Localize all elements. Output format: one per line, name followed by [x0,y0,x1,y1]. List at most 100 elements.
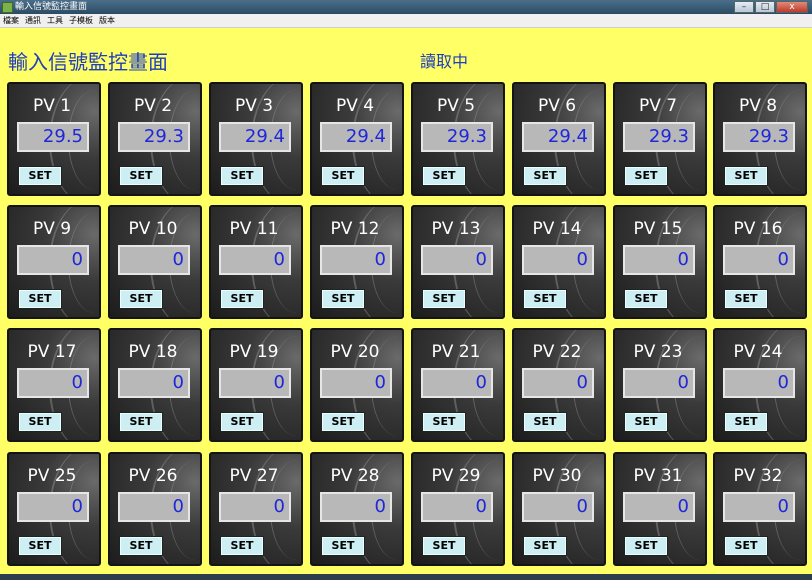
menu-tools[interactable]: 工具 [44,14,66,27]
pv-label: PV 22 [532,342,582,362]
set-button[interactable]: SET [18,289,62,309]
pv-value-display: 0 [723,492,795,522]
set-button[interactable]: SET [119,166,163,186]
pv-value-display: 29.4 [522,122,594,152]
set-button[interactable]: SET [422,166,466,186]
pv-value-display: 0 [17,368,89,398]
pv-label: PV 9 [32,219,72,239]
pv-panel-22: PV 22 0 SET [512,328,606,442]
set-button[interactable]: SET [18,536,62,556]
pv-label: PV 17 [27,342,77,362]
menu-communication[interactable]: 通訊 [22,14,44,27]
pv-label: PV 7 [638,96,678,116]
pv-value-display: 0 [723,245,795,275]
set-button[interactable]: SET [220,289,264,309]
set-button[interactable]: SET [422,289,466,309]
pv-value-display: 29.5 [17,122,89,152]
pv-panel-28: PV 28 0 SET [310,452,404,566]
set-button[interactable]: SET [220,412,264,432]
set-button[interactable]: SET [321,412,365,432]
pv-value-display: 29.4 [219,122,291,152]
set-button[interactable]: SET [724,289,768,309]
pv-panel-13: PV 13 0 SET [411,205,505,319]
pv-label: PV 13 [431,219,481,239]
pv-label: PV 3 [234,96,274,116]
pv-label: PV 15 [633,219,683,239]
pv-panel-24: PV 24 0 SET [713,328,807,442]
menu-subtemplate[interactable]: 子模板 [66,14,96,27]
pv-panel-19: PV 19 0 SET [209,328,303,442]
set-button[interactable]: SET [321,536,365,556]
pv-value-display: 0 [219,245,291,275]
set-button[interactable]: SET [321,166,365,186]
set-button[interactable]: SET [18,412,62,432]
pv-value-display: 0 [421,368,493,398]
pv-panel-17: PV 17 0 SET [7,328,101,442]
pv-value-display: 0 [421,492,493,522]
pv-panel-30: PV 30 0 SET [512,452,606,566]
pv-panel-6: PV 6 29.4 SET [512,82,606,196]
set-button[interactable]: SET [624,166,668,186]
pv-label: PV 30 [532,466,582,486]
pv-label: PV 21 [431,342,481,362]
menu-file[interactable]: 檔案 [0,14,22,27]
pv-value-display: 0 [623,368,695,398]
pv-label: PV 19 [229,342,279,362]
set-button[interactable]: SET [321,289,365,309]
set-button[interactable]: SET [724,166,768,186]
close-button[interactable]: x [776,1,808,13]
maximize-button[interactable]: □ [755,1,775,13]
pv-panel-12: PV 12 0 SET [310,205,404,319]
pv-value-display: 0 [522,368,594,398]
set-button[interactable]: SET [724,536,768,556]
pv-value-display: 29.3 [118,122,190,152]
set-button[interactable]: SET [624,289,668,309]
pv-value-display: 29.3 [723,122,795,152]
pv-panel-27: PV 27 0 SET [209,452,303,566]
pv-panel-5: PV 5 29.3 SET [411,82,505,196]
set-button[interactable]: SET [119,536,163,556]
window-title: 輸入信號監控畫面 [15,2,88,12]
set-button[interactable]: SET [624,536,668,556]
pv-panel-7: PV 7 29.3 SET [613,82,707,196]
pv-panel-29: PV 29 0 SET [411,452,505,566]
pv-panel-8: PV 8 29.3 SET [713,82,807,196]
set-button[interactable]: SET [724,412,768,432]
pv-value-display: 0 [421,245,493,275]
pv-panel-14: PV 14 0 SET [512,205,606,319]
set-button[interactable]: SET [523,289,567,309]
pv-value-display: 29.4 [320,122,392,152]
pv-label: PV 31 [633,466,683,486]
pv-label: PV 1 [32,96,72,116]
pv-label: PV 8 [738,96,778,116]
set-button[interactable]: SET [624,412,668,432]
pv-panel-3: PV 3 29.4 SET [209,82,303,196]
set-button[interactable]: SET [422,536,466,556]
set-button[interactable]: SET [18,166,62,186]
set-button[interactable]: SET [220,166,264,186]
pv-label: PV 20 [330,342,380,362]
set-button[interactable]: SET [523,412,567,432]
set-button[interactable]: SET [220,536,264,556]
minimize-button[interactable]: – [734,1,754,13]
pv-value-display: 0 [522,492,594,522]
pv-value-display: 0 [320,492,392,522]
pv-panel-16: PV 16 0 SET [713,205,807,319]
pv-value-display: 0 [219,492,291,522]
pv-label: PV 6 [537,96,577,116]
pv-label: PV 27 [229,466,279,486]
pv-value-display: 0 [17,492,89,522]
pv-panel-1: PV 1 29.5 SET [7,82,101,196]
set-button[interactable]: SET [523,536,567,556]
pv-panel-23: PV 23 0 SET [613,328,707,442]
pv-value-display: 0 [522,245,594,275]
set-button[interactable]: SET [523,166,567,186]
pv-panel-11: PV 11 0 SET [209,205,303,319]
menu-version[interactable]: 版本 [96,14,118,27]
pv-label: PV 24 [733,342,783,362]
set-button[interactable]: SET [422,412,466,432]
pv-panel-10: PV 10 0 SET [108,205,202,319]
set-button[interactable]: SET [119,412,163,432]
pv-value-display: 0 [118,245,190,275]
set-button[interactable]: SET [119,289,163,309]
